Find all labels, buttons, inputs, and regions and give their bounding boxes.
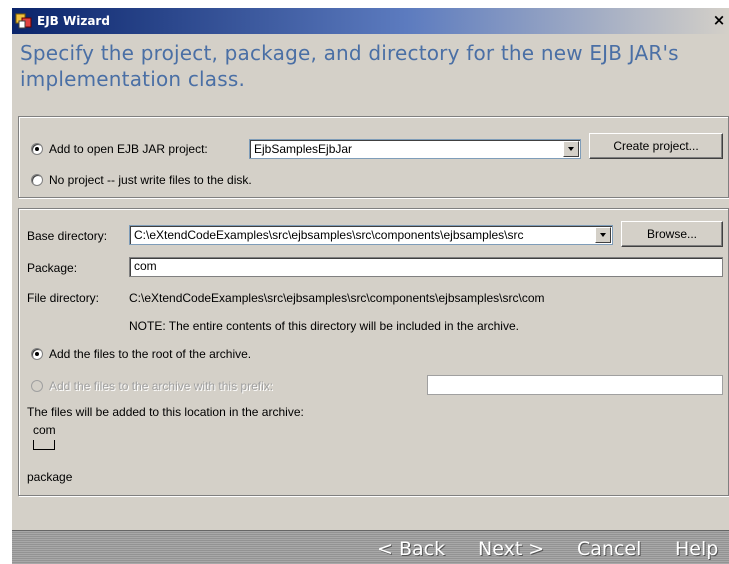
tree-connector-left bbox=[33, 440, 34, 449]
close-icon[interactable]: × bbox=[711, 12, 727, 28]
prefix-input[interactable] bbox=[427, 375, 723, 395]
file-directory-value: C:\eXtendCodeExamples\src\ejbsamples\src… bbox=[129, 291, 545, 305]
file-directory-label: File directory: bbox=[27, 291, 100, 305]
tree-node-top: com bbox=[33, 423, 56, 437]
add-to-project-radio[interactable] bbox=[31, 143, 43, 155]
browse-button[interactable]: Browse... bbox=[621, 221, 723, 247]
package-label: Package: bbox=[27, 261, 78, 275]
directory-group: Base directory: C:\eXtendCodeExamples\sr… bbox=[18, 208, 729, 496]
next-button[interactable]: Next > bbox=[478, 538, 544, 560]
ejb-wizard-window: EJB Wizard × Specify the project, packag… bbox=[12, 8, 729, 564]
title-bar: EJB Wizard × bbox=[12, 8, 729, 34]
project-select[interactable]: EjbSamplesEjbJar bbox=[249, 139, 581, 159]
tree-connector-right bbox=[54, 440, 55, 449]
base-directory-select[interactable]: C:\eXtendCodeExamples\src\ejbsamples\src… bbox=[129, 225, 613, 245]
chevron-down-icon[interactable] bbox=[563, 141, 579, 157]
base-directory-label: Base directory: bbox=[27, 229, 108, 243]
add-with-prefix-radio[interactable] bbox=[31, 380, 43, 392]
add-to-root-radio[interactable] bbox=[31, 348, 43, 360]
no-project-label: No project -- just write files to the di… bbox=[49, 173, 252, 187]
back-button[interactable]: < Back bbox=[377, 538, 445, 560]
window-title: EJB Wizard bbox=[37, 14, 110, 28]
tree-connector-bottom bbox=[33, 449, 55, 450]
project-group: Add to open EJB JAR project: EjbSamplesE… bbox=[18, 116, 729, 198]
archive-note: NOTE: The entire contents of this direct… bbox=[129, 319, 519, 333]
page-heading: Specify the project, package, and direct… bbox=[20, 41, 679, 91]
wizard-footer: < Back Next > Cancel Help bbox=[12, 530, 729, 564]
cancel-button[interactable]: Cancel bbox=[577, 538, 641, 560]
chevron-down-icon[interactable] bbox=[595, 227, 611, 243]
add-to-project-label: Add to open EJB JAR project: bbox=[49, 142, 208, 156]
package-input[interactable]: com bbox=[129, 257, 723, 277]
create-project-button[interactable]: Create project... bbox=[589, 133, 723, 159]
no-project-radio[interactable] bbox=[31, 174, 43, 186]
tree-node-bottom: package bbox=[27, 470, 73, 484]
archive-location-text: The files will be added to this location… bbox=[27, 405, 304, 419]
wizard-icon bbox=[15, 13, 32, 29]
help-button[interactable]: Help bbox=[675, 538, 718, 560]
project-select-value: EjbSamplesEjbJar bbox=[254, 142, 353, 156]
add-to-root-label: Add the files to the root of the archive… bbox=[49, 347, 252, 361]
add-with-prefix-label: Add the files to the archive with this p… bbox=[49, 379, 274, 393]
base-directory-value: C:\eXtendCodeExamples\src\ejbsamples\src… bbox=[134, 228, 524, 242]
